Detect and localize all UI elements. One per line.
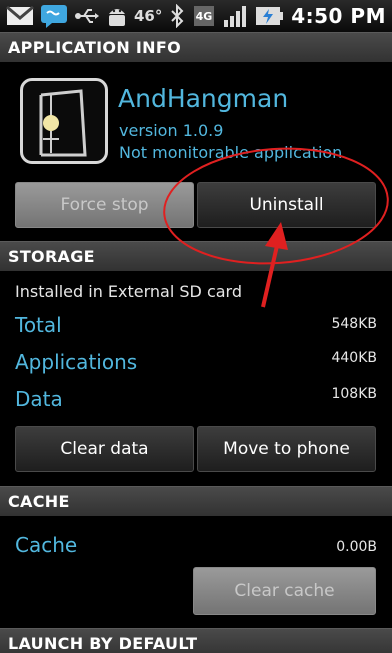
status-bar: 46° 4G 4:50 PM [0,0,392,32]
applications-value: 440KB [331,350,377,366]
clear-cache-button[interactable]: Clear cache [193,567,376,615]
storage-header: STORAGE [0,241,392,271]
android-debug-icon [106,4,128,28]
total-value: 548KB [331,316,377,332]
cache-value: 0.00B [336,539,377,555]
gmail-icon [6,4,34,28]
data-label: Data [15,387,63,411]
launch-by-default-header: LAUNCH BY DEFAULT [0,628,392,653]
hangman-icon [39,89,87,157]
usb-icon [74,4,100,28]
message-icon [40,4,68,28]
force-stop-button[interactable]: Force stop [15,182,194,228]
svg-text:4G: 4G [196,10,213,23]
application-info-header: APPLICATION INFO [0,32,392,62]
data-value: 108KB [331,386,377,402]
move-to-phone-button[interactable]: Move to phone [197,426,376,472]
app-name: AndHangman [118,84,289,113]
total-label: Total [15,313,62,337]
signal-icon [223,4,247,28]
cache-header: CACHE [0,486,392,516]
cache-label: Cache [15,533,78,557]
bluetooth-icon [169,4,185,28]
temperature-readout: 46° [134,7,163,25]
clock: 4:50 PM [291,4,386,28]
storage-location: Installed in External SD card [15,282,243,301]
4g-icon: 4G [193,4,215,28]
applications-label: Applications [15,350,138,374]
app-version: version 1.0.9 [119,121,224,140]
app-status: Not monitorable application [119,143,343,162]
battery-charging-icon [255,4,284,28]
app-icon [20,78,108,164]
clear-data-button[interactable]: Clear data [15,426,194,472]
uninstall-button[interactable]: Uninstall [197,182,376,228]
